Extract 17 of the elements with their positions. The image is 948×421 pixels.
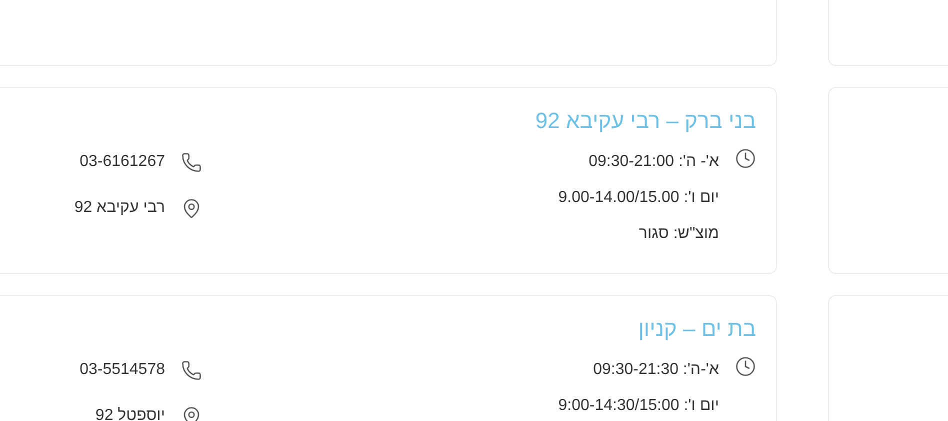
opening-hours: א'-ה': 09:30-21:30 — [592, 360, 719, 380]
opening-hours: יום ו': 9:00-14:30/15:00 — [558, 396, 719, 416]
address: יוספטל 92 — [95, 406, 165, 421]
phone-icon — [181, 360, 202, 380]
phone-number: 03-6161267 — [80, 152, 165, 172]
clock-icon — [735, 148, 756, 169]
branch-title: בני ברק – רבי עקיבא 92 — [534, 107, 756, 135]
branch-title: בת ים – קניון — [637, 315, 756, 343]
location-icon — [181, 198, 202, 218]
location-icon — [181, 406, 202, 421]
phone-number: 03-5514578 — [80, 360, 165, 380]
opening-hours: א'- ה': 09:30-21:00 — [588, 152, 719, 172]
opening-hours: יום ו': 9.00-14.00/15.00 — [558, 188, 719, 208]
clock-icon — [735, 356, 756, 377]
phone-icon — [181, 152, 202, 172]
address: רבי עקיבא 92 — [74, 198, 165, 218]
opening-hours: מוצ"ש: סגור — [638, 224, 719, 244]
